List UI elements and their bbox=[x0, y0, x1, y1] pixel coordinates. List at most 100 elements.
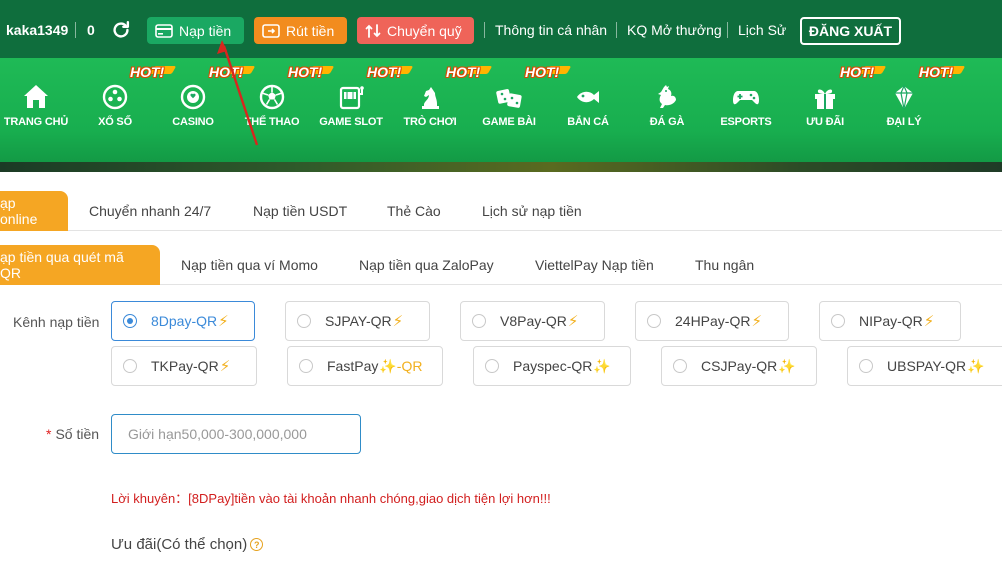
sparkle-icon: ✨ bbox=[593, 357, 611, 374]
radio-icon bbox=[859, 359, 873, 373]
logout-button[interactable]: ĐĂNG XUẤT bbox=[800, 17, 901, 45]
tab-momo[interactable]: Nạp tiền qua ví Momo bbox=[181, 245, 318, 285]
tab-qr-scan[interactable]: ạp tiền qua quét mã QR bbox=[0, 245, 160, 285]
lightning-icon: ⚡ bbox=[751, 313, 763, 330]
radio-icon bbox=[831, 314, 845, 328]
channel-option[interactable]: NIPay-QR ⚡ bbox=[819, 301, 961, 341]
nav-item-label: GAME SLOT bbox=[319, 116, 383, 128]
nav-item-agent[interactable]: ĐẠI LÝ bbox=[864, 82, 944, 128]
hot-badge: HOT! bbox=[282, 64, 335, 84]
channel-name: NIPay-QR bbox=[859, 313, 923, 329]
channel-option[interactable]: FastPay ✨-QR bbox=[287, 346, 443, 386]
channel-option[interactable]: 24HPay-QR ⚡ bbox=[635, 301, 789, 341]
divider bbox=[616, 22, 617, 38]
channel-option[interactable]: 8Dpay-QR ⚡ bbox=[111, 301, 255, 341]
tab-online-deposit[interactable]: ạp online bbox=[0, 191, 68, 231]
channel-name: 8Dpay-QR bbox=[151, 313, 218, 329]
channel-option[interactable]: V8Pay-QR ⚡ bbox=[460, 301, 605, 341]
tab-viettelpay[interactable]: ViettelPay Nạp tiền bbox=[535, 245, 654, 285]
hot-badge: HOT! bbox=[440, 64, 493, 84]
withdraw-button[interactable]: Rút tiền bbox=[254, 17, 347, 44]
deposit-button[interactable]: Nạp tiền bbox=[147, 17, 244, 44]
amount-label: * Số tiền bbox=[46, 426, 99, 442]
promotion-label: Ưu đãi(Có thể chọn) bbox=[111, 536, 248, 553]
tab-cashier[interactable]: Thu ngân bbox=[695, 245, 754, 285]
radio-icon bbox=[673, 359, 687, 373]
transfer-arrows-icon bbox=[365, 23, 381, 38]
personal-info-link[interactable]: Thông tin cá nhân bbox=[495, 22, 607, 38]
help-icon[interactable]: ? bbox=[250, 538, 264, 551]
channel-label: Kênh nạp tiền bbox=[13, 314, 100, 330]
tab-card[interactable]: Thẻ Cào bbox=[387, 191, 441, 231]
nav-item-lottery[interactable]: XỔ SỐ bbox=[75, 82, 155, 128]
channel-option[interactable]: TKPay-QR ⚡ bbox=[111, 346, 257, 386]
channel-option[interactable]: UBSPAY-QR ✨ bbox=[847, 346, 1002, 386]
top-bar: kaka1349 0 Nạp tiền Rút tiền Chuyển quỹ … bbox=[0, 0, 1002, 58]
nav-item-card-games[interactable]: GAME BÀI bbox=[469, 82, 549, 128]
fish-icon bbox=[577, 91, 599, 103]
radio-icon bbox=[123, 314, 137, 328]
nav-item-label: ĐÁ GÀ bbox=[649, 116, 685, 128]
nav-item-label: TRÒ CHƠI bbox=[403, 116, 457, 128]
channel-name: TKPay-QR bbox=[151, 358, 219, 374]
nav-item-cockfight[interactable]: ĐÁ GÀ bbox=[627, 82, 707, 128]
nav-item-casino[interactable]: CASINO bbox=[153, 82, 233, 128]
channel-name: Payspec-QR bbox=[513, 358, 593, 374]
transfer-button[interactable]: Chuyển quỹ bbox=[357, 17, 474, 44]
lightning-icon: ⚡ bbox=[567, 313, 579, 330]
nav-item-fishing[interactable]: BẮN CÁ bbox=[548, 82, 628, 128]
amount-label-text: Số tiền bbox=[55, 426, 100, 442]
chess-knight-icon bbox=[422, 87, 439, 109]
casino-chip-icon bbox=[180, 84, 206, 110]
radio-icon bbox=[647, 314, 661, 328]
wallet-icon bbox=[262, 23, 280, 38]
tab-deposit-history[interactable]: Lịch sử nạp tiền bbox=[482, 191, 582, 231]
sparkle-icon: ✨ bbox=[778, 357, 796, 374]
tab-usdt[interactable]: Nạp tiền USDT bbox=[253, 191, 347, 231]
home-icon bbox=[24, 85, 48, 108]
channel-option[interactable]: Payspec-QR ✨ bbox=[473, 346, 631, 386]
nav-item-games[interactable]: TRÒ CHƠI bbox=[390, 82, 470, 128]
banner-strip bbox=[0, 162, 1002, 172]
channel-name: FastPay bbox=[327, 358, 379, 374]
channel-name: V8Pay-QR bbox=[500, 313, 567, 329]
balance: 0 bbox=[87, 22, 95, 38]
history-link[interactable]: Lịch Sử bbox=[738, 22, 786, 38]
channel-option[interactable]: SJPAY-QR ⚡ bbox=[285, 301, 430, 341]
lightning-icon: ⚡ bbox=[923, 313, 935, 330]
nav-item-sports[interactable]: THỂ THAO bbox=[232, 82, 312, 128]
deposit-method-tabs: ạp online Chuyển nhanh 24/7 Nạp tiền USD… bbox=[0, 191, 1002, 231]
tab-fast-transfer[interactable]: Chuyển nhanh 24/7 bbox=[89, 191, 211, 231]
gift-icon bbox=[815, 89, 835, 109]
hot-badge: HOT! bbox=[203, 64, 256, 84]
withdraw-button-label: Rút tiền bbox=[286, 22, 335, 39]
channel-option[interactable]: CSJPay-QR ✨ bbox=[661, 346, 817, 386]
nav-item-label: ESPORTS bbox=[720, 116, 772, 128]
sparkle-icon: ✨ bbox=[967, 357, 985, 374]
radio-icon bbox=[472, 314, 486, 328]
hot-badge: HOT! bbox=[519, 64, 572, 84]
nav-item-label: THỂ THAO bbox=[244, 116, 300, 128]
hot-badge: HOT! bbox=[834, 64, 887, 84]
username: kaka1349 bbox=[6, 22, 69, 38]
transfer-button-label: Chuyển quỹ bbox=[387, 22, 462, 39]
hot-badge: HOT! bbox=[913, 64, 966, 84]
refresh-icon[interactable] bbox=[110, 19, 132, 41]
card-icon bbox=[155, 23, 173, 38]
nav-item-label: TRANG CHỦ bbox=[3, 116, 69, 128]
rooster-icon bbox=[658, 85, 676, 108]
nav-item-promotions[interactable]: ƯU ĐÃI bbox=[785, 82, 865, 128]
tab-zalopay[interactable]: Nạp tiền qua ZaloPay bbox=[359, 245, 494, 285]
radio-icon bbox=[299, 359, 313, 373]
deposit-tip: Lời khuyên：[8DPay]tiền vào tài khoản nha… bbox=[111, 491, 551, 506]
slot-machine-icon bbox=[339, 86, 364, 110]
nav-item-home[interactable]: TRANG CHỦ bbox=[0, 82, 76, 128]
diamond-agent-icon bbox=[895, 84, 913, 110]
amount-input[interactable]: Giới hạn50,000-300,000,000 bbox=[111, 414, 361, 454]
deposit-panel: ạp online Chuyển nhanh 24/7 Nạp tiền USD… bbox=[0, 172, 1002, 562]
promotion-selector[interactable]: Ưu đãi(Có thể chọn) ? bbox=[111, 536, 264, 553]
nav-item-slot[interactable]: GAME SLOT bbox=[311, 82, 391, 128]
nav-item-label: CASINO bbox=[172, 116, 214, 128]
lottery-results-link[interactable]: KQ Mở thưởng bbox=[627, 22, 722, 38]
nav-item-esports[interactable]: ESPORTS bbox=[706, 82, 786, 128]
